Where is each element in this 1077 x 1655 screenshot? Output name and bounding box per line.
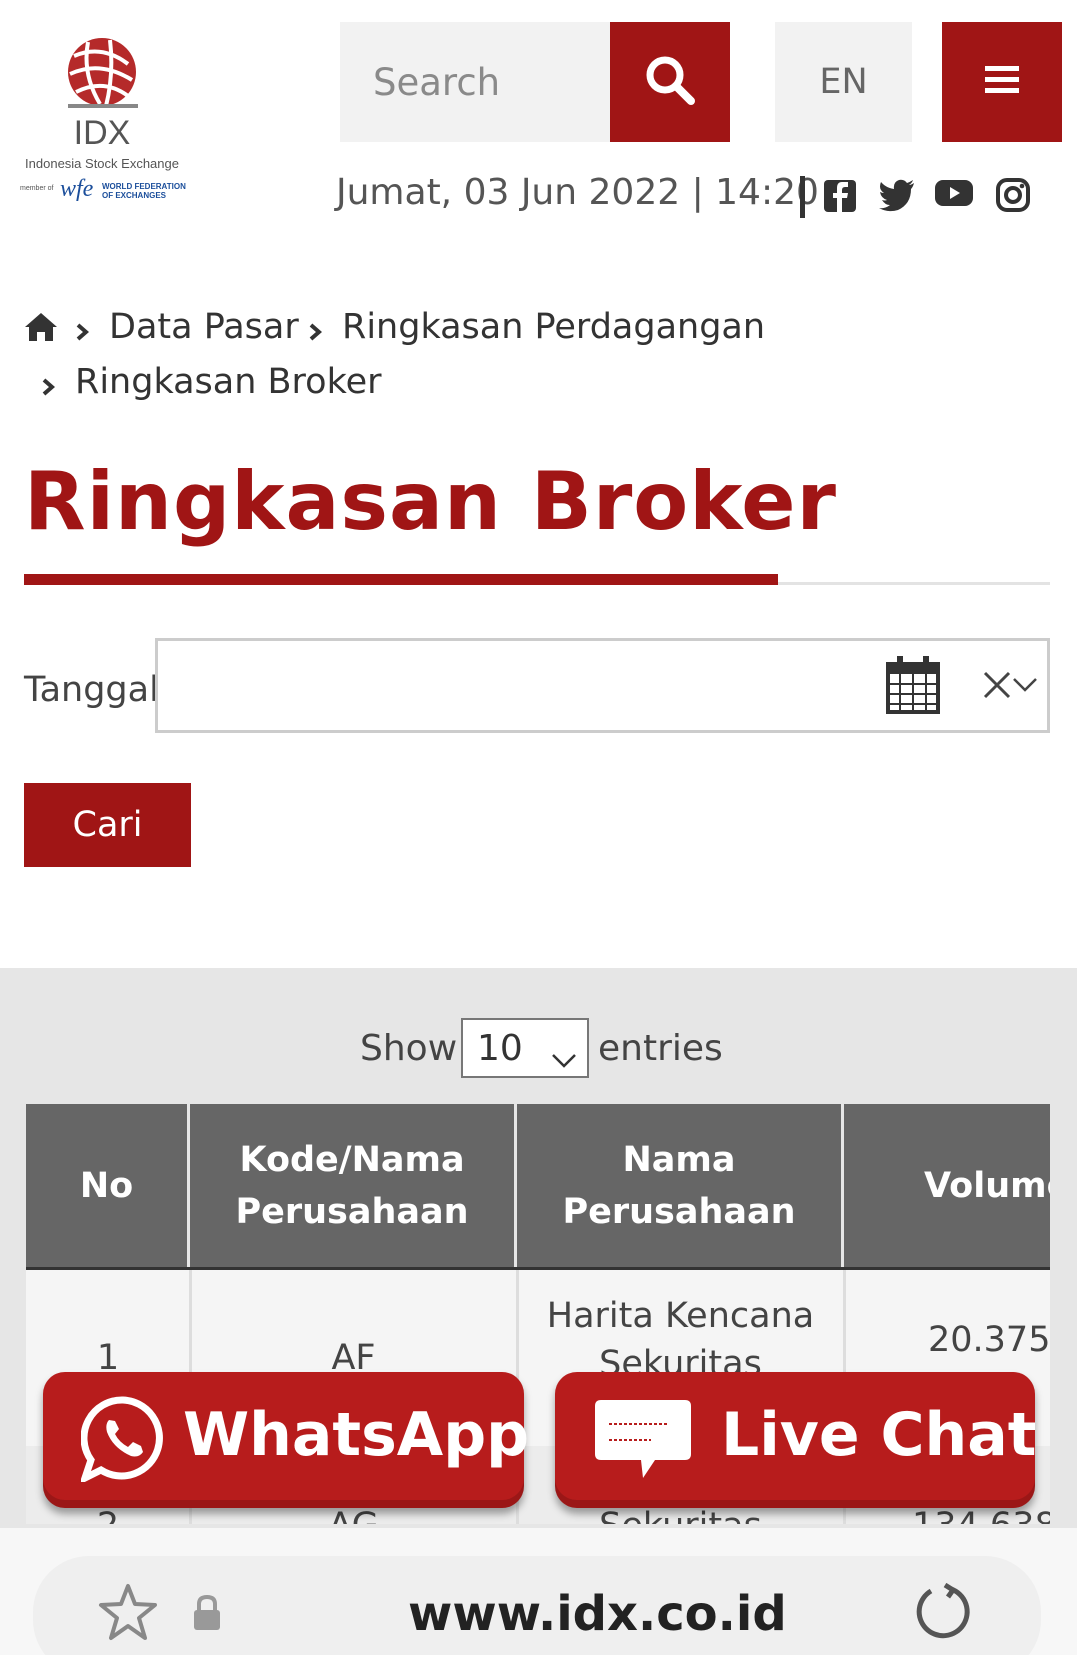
chat-bubble-icon	[593, 1398, 693, 1486]
chevron-right-icon	[308, 322, 323, 346]
language-label: EN	[819, 62, 868, 102]
column-header-no[interactable]: No	[26, 1104, 190, 1267]
language-toggle-button[interactable]: EN	[775, 22, 912, 142]
facebook-icon[interactable]	[822, 178, 862, 218]
breadcrumb-ringkasan-broker: Ringkasan Broker	[75, 362, 382, 402]
search-placeholder: Search	[373, 60, 501, 104]
svg-text:OF EXCHANGES: OF EXCHANGES	[102, 191, 167, 200]
breadcrumb-data-pasar[interactable]: Data Pasar	[109, 307, 299, 347]
live-chat-button[interactable]: Live Chat	[555, 1372, 1037, 1508]
svg-text:IDX: IDX	[74, 114, 131, 152]
clear-icon[interactable]	[982, 670, 1012, 700]
column-header-volume[interactable]: Volume	[844, 1104, 1050, 1267]
title-underline-accent	[24, 574, 778, 585]
menu-button[interactable]	[942, 22, 1062, 142]
idx-logo[interactable]: IDX Indonesia Stock Exchange member of w…	[18, 34, 193, 206]
lock-icon	[191, 1594, 223, 1636]
youtube-icon[interactable]	[935, 178, 975, 218]
svg-text:member of: member of	[20, 185, 54, 192]
search-submit-button[interactable]: Cari	[24, 783, 191, 867]
cell-volume: 20.375.	[928, 1320, 1050, 1360]
column-header-nama-perusahaan[interactable]: Nama Perusahaan	[517, 1104, 844, 1267]
live-chat-label: Live Chat	[721, 1400, 1037, 1470]
search-submit-label: Cari	[72, 805, 143, 845]
hamburger-menu-icon	[985, 66, 1019, 98]
page-title: Ringkasan Broker	[24, 455, 837, 548]
chevron-right-icon	[41, 377, 56, 401]
calendar-icon[interactable]	[885, 654, 941, 716]
cell-name: Sekuritas	[517, 1506, 844, 1524]
svg-text:Indonesia Stock Exchange: Indonesia Stock Exchange	[25, 156, 179, 171]
cell-name: Harita Kencana	[546, 1296, 815, 1336]
entries-select[interactable]: 10	[461, 1018, 589, 1078]
star-icon[interactable]	[98, 1583, 158, 1645]
cell-code: AG	[190, 1506, 517, 1524]
chevron-right-icon	[75, 322, 90, 346]
breadcrumb-ringkasan-perdagangan[interactable]: Ringkasan Perdagangan	[342, 307, 765, 347]
column-header-kode-nama[interactable]: Kode/Nama Perusahaan	[190, 1104, 517, 1267]
cell-no: 2	[26, 1506, 190, 1524]
entries-value: 10	[477, 1027, 523, 1069]
current-datetime: Jumat, 03 Jun 2022 | 14:20	[336, 172, 819, 213]
chevron-down-icon	[551, 1038, 577, 1079]
home-icon[interactable]	[24, 312, 58, 346]
cell-volume: 134.638.	[912, 1506, 1050, 1524]
reload-icon[interactable]	[915, 1582, 973, 1645]
divider	[800, 176, 805, 218]
search-input[interactable]: Search	[340, 22, 610, 142]
page: IDX Indonesia Stock Exchange member of w…	[0, 0, 1077, 1655]
search-icon	[643, 53, 697, 111]
url-text: www.idx.co.id	[408, 1586, 787, 1642]
instagram-icon[interactable]	[996, 178, 1036, 218]
whatsapp-icon	[79, 1396, 165, 1486]
show-label: Show	[360, 1028, 458, 1069]
search-button[interactable]	[610, 22, 730, 142]
whatsapp-button[interactable]: WhatsApp	[43, 1372, 529, 1508]
whatsapp-label: WhatsApp	[183, 1400, 530, 1470]
entries-label: entries	[598, 1028, 723, 1069]
svg-text:WORLD FEDERATION: WORLD FEDERATION	[102, 182, 186, 191]
date-label: Tanggal	[24, 670, 159, 710]
svg-text:wfe: wfe	[60, 176, 94, 202]
chevron-down-icon[interactable]	[1012, 675, 1038, 695]
twitter-icon[interactable]	[878, 178, 918, 218]
